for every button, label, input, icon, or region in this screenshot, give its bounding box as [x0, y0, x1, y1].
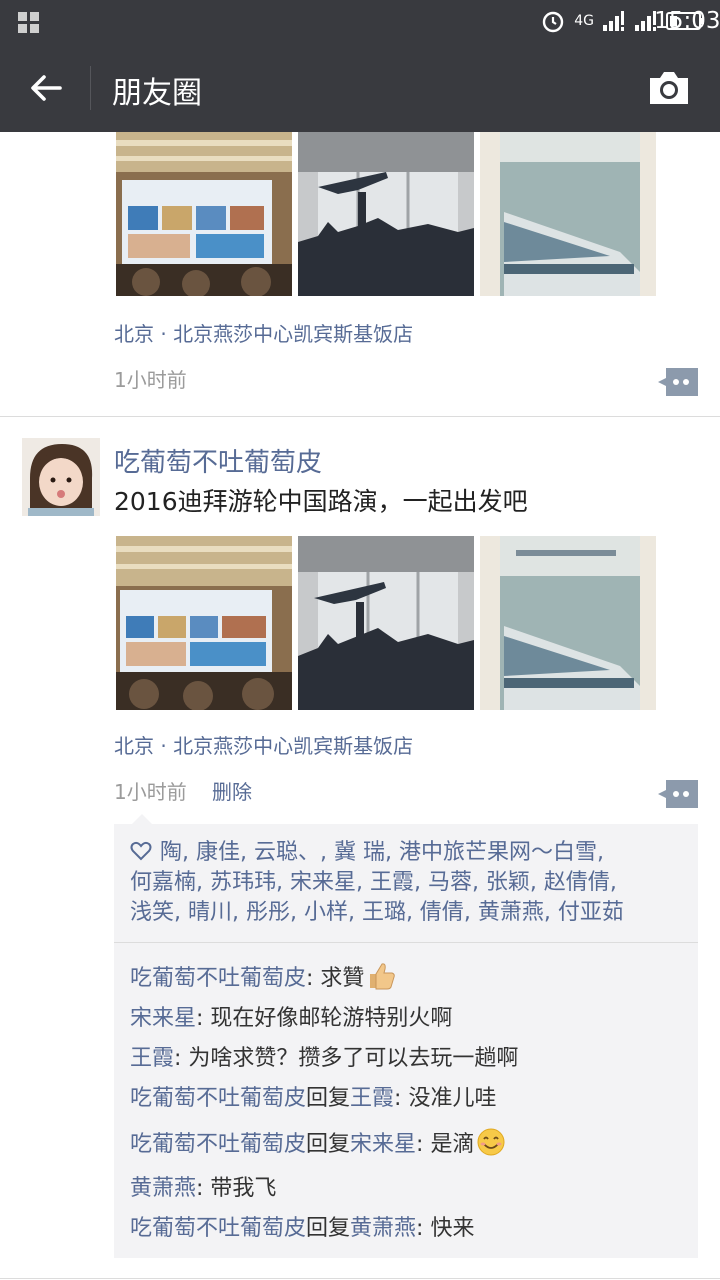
likes-line[interactable]: 何嘉楠, 苏玮玮, 宋来星, 王霞, 马蓉, 张颖, 赵倩倩, — [130, 870, 617, 895]
post-photo[interactable] — [298, 536, 474, 710]
comment-item[interactable]: 王霞: 为啥求赞？攒多了可以去玩一趟啊 — [130, 1040, 518, 1072]
thumbs-up-emoji — [370, 963, 396, 990]
comment-author[interactable]: 吃葡萄不吐葡萄皮 — [130, 1216, 306, 1241]
comment-author[interactable]: 吃葡萄不吐葡萄皮 — [130, 966, 306, 991]
post-photo[interactable] — [480, 536, 656, 710]
smile-emoji — [477, 1128, 505, 1156]
app-grid-icon — [18, 12, 40, 34]
comment-author[interactable]: 吃葡萄不吐葡萄皮 — [130, 1132, 306, 1157]
post-location[interactable]: 北京 · 北京燕莎中心凯宾斯基饭店 — [114, 318, 413, 347]
comment-text: : 现在好像邮轮游特别火啊 — [196, 1006, 453, 1031]
likes-line[interactable]: 陶, 康佳, 云聪、, 冀 瑞, 港中旅芒果网～白雪, — [160, 840, 604, 865]
box-divider — [114, 942, 698, 943]
post-photo[interactable] — [116, 536, 292, 710]
post-divider — [0, 416, 720, 417]
post-time: 1小时前 — [114, 780, 187, 804]
clock: 15:03 — [654, 8, 720, 34]
post-location[interactable]: 北京 · 北京燕莎中心凯宾斯基饭店 — [114, 730, 413, 759]
comment-dots-icon[interactable] — [658, 780, 698, 808]
reply-word: 回复 — [306, 1132, 351, 1157]
heart-outline-icon — [130, 841, 152, 861]
comment-author[interactable]: 吃葡萄不吐葡萄皮 — [130, 1086, 306, 1111]
likes-list: 陶, 康佳, 云聪、, 冀 瑞, 港中旅芒果网～白雪, 何嘉楠, 苏玮玮, 宋来… — [130, 838, 686, 928]
post-photo[interactable] — [298, 132, 474, 296]
comment-text: : 带我飞 — [196, 1176, 277, 1201]
comment-item[interactable]: 黄萧燕: 带我飞 — [130, 1170, 276, 1202]
reply-target[interactable]: 黄萧燕 — [350, 1216, 416, 1241]
post-divider — [0, 1278, 720, 1279]
post-photo[interactable] — [480, 132, 656, 296]
interaction-box: 陶, 康佳, 云聪、, 冀 瑞, 港中旅芒果网～白雪, 何嘉楠, 苏玮玮, 宋来… — [114, 814, 698, 1258]
post-text: 2016迪拜游轮中国路演，一起出发吧 — [114, 487, 528, 516]
avatar[interactable] — [22, 438, 100, 516]
nav-bar: 朋友圈 — [0, 44, 720, 132]
comment-item[interactable]: 宋来星: 现在好像邮轮游特别火啊 — [130, 1000, 452, 1032]
status-bar: 4G 15:03 — [0, 0, 720, 44]
alarm-icon — [543, 11, 564, 33]
likes-line[interactable]: 浅笑, 晴川, 彤彤, 小样, 王璐, 倩倩, 黄萧燕, 付亚茹 — [130, 900, 624, 925]
comment-author[interactable]: 王霞 — [130, 1046, 174, 1071]
reply-word: 回复 — [306, 1086, 351, 1111]
arrow-left-icon[interactable] — [26, 68, 66, 108]
comment-text: : 求贊 — [306, 966, 365, 991]
post-photo[interactable] — [116, 132, 292, 296]
comment-item[interactable]: 吃葡萄不吐葡萄皮回复王霞: 没准儿哇 — [130, 1080, 496, 1112]
nav-divider — [90, 66, 91, 110]
comment-text: : 是滴 — [416, 1132, 475, 1157]
delete-link[interactable]: 删除 — [212, 776, 252, 805]
reply-target[interactable]: 宋来星 — [350, 1132, 416, 1157]
box-arrow — [132, 814, 152, 824]
comment-text: : 快来 — [416, 1216, 475, 1241]
signal-icon — [603, 11, 624, 31]
comment-item[interactable]: 吃葡萄不吐葡萄皮回复黄萧燕: 快来 — [130, 1210, 474, 1242]
comment-item[interactable]: 吃葡萄不吐葡萄皮回复宋来星: 是滴 — [130, 1126, 506, 1158]
reply-target[interactable]: 王霞 — [350, 1086, 394, 1111]
comment-author[interactable]: 黄萧燕 — [130, 1176, 196, 1201]
comment-item[interactable]: 吃葡萄不吐葡萄皮: 求贊 — [130, 960, 396, 992]
moments-feed[interactable]: 北京 · 北京燕莎中心凯宾斯基饭店 1小时前 吃葡萄不吐葡萄皮 2016迪拜游轮… — [0, 132, 720, 1280]
comment-author[interactable]: 宋来星 — [130, 1006, 196, 1031]
camera-icon[interactable] — [646, 68, 692, 108]
post-username[interactable]: 吃葡萄不吐葡萄皮 — [114, 442, 322, 479]
page-title: 朋友圈 — [112, 76, 202, 111]
comment-text: : 为啥求赞？攒多了可以去玩一趟啊 — [174, 1046, 519, 1071]
network-type: 4G — [574, 13, 594, 29]
reply-word: 回复 — [306, 1216, 351, 1241]
post-time: 1小时前 — [114, 368, 187, 392]
comment-text: : 没准儿哇 — [394, 1086, 497, 1111]
comment-dots-icon[interactable] — [658, 368, 698, 396]
